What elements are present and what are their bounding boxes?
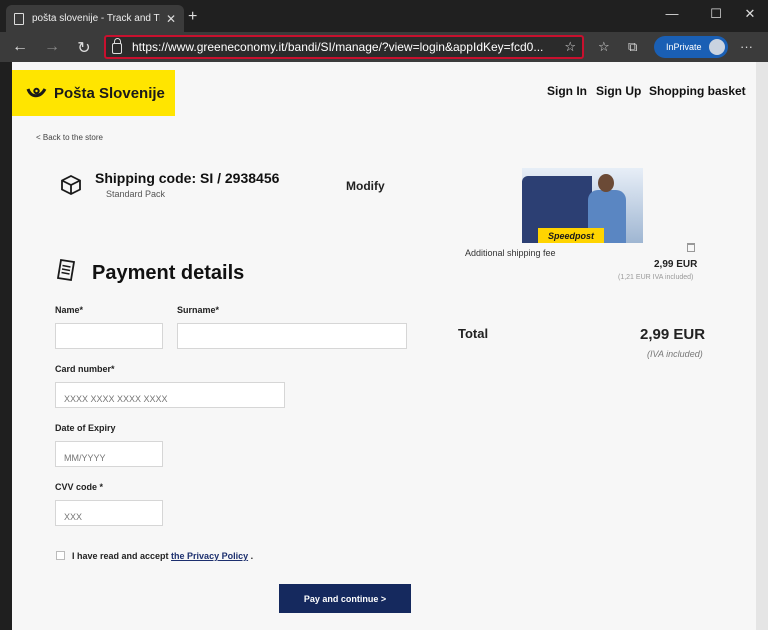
post-horn-icon [26, 87, 47, 98]
shipping-type: Standard Pack [106, 189, 166, 199]
shipping-code: Shipping code: SI / 2938456 [95, 170, 280, 186]
logo-text: Pošta Slovenije [54, 84, 165, 102]
expiry-label: Date of Expiry [55, 423, 116, 433]
address-bar[interactable]: https://www.greeneconomy.it/bandi/SI/man… [104, 35, 584, 59]
minimize-icon[interactable]: — [660, 6, 684, 21]
favorites-icon[interactable]: ☆ [598, 39, 610, 55]
page-viewport: Pošta Slovenije Sign In Sign Up Shopping… [12, 62, 756, 630]
fee-amount: 2,99 EUR [654, 259, 698, 270]
browser-tab[interactable]: pošta slovenije - Track and Trace ✕ [6, 5, 184, 32]
card-number-label: Card number* [55, 364, 115, 374]
refresh-icon[interactable]: ↻ [74, 38, 94, 58]
favorite-star-icon[interactable]: ☆ [564, 39, 576, 55]
sign-in-link[interactable]: Sign In [547, 84, 587, 98]
fee-label: Additional shipping fee [465, 248, 556, 258]
total-vat-note: (IVA included) [647, 349, 703, 359]
back-to-store-link[interactable]: < Back to the store [36, 133, 103, 142]
receipt-icon [57, 259, 75, 281]
shopping-basket-link[interactable]: Shopping basket [649, 84, 746, 98]
total-amount: 2,99 EUR [640, 326, 706, 343]
collections-icon[interactable]: ⧉ [628, 39, 637, 55]
forward-icon[interactable]: → [42, 38, 62, 56]
tab-title: pošta slovenije - Track and Trace [32, 13, 160, 24]
inprivate-label: InPrivate [666, 42, 702, 52]
courier-head-shape [598, 174, 614, 192]
browser-tab-bar: pošta slovenije - Track and Trace ✕ + — … [0, 0, 768, 32]
package-icon [61, 174, 81, 196]
privacy-accept-text: I have read and accept the Privacy Polic… [72, 551, 253, 561]
modify-link[interactable]: Modify [346, 179, 385, 193]
cvv-label: CVV code * [55, 482, 104, 492]
surname-input[interactable] [177, 323, 407, 349]
lock-icon [112, 37, 122, 54]
maximize-icon[interactable]: ☐ [704, 6, 728, 22]
speedpost-box: Speedpost [538, 228, 604, 243]
name-input[interactable] [55, 323, 163, 349]
logo[interactable]: Pošta Slovenije [12, 70, 175, 116]
payment-title: Payment details [92, 262, 245, 284]
more-icon[interactable]: ··· [740, 39, 753, 54]
avatar [709, 39, 725, 55]
accept-text: I have read and accept [72, 551, 172, 561]
card-number-input[interactable] [55, 382, 285, 408]
window-close-icon[interactable]: ✕ [738, 6, 762, 22]
inprivate-badge[interactable]: InPrivate [654, 36, 728, 58]
cvv-input[interactable] [55, 500, 163, 526]
page-icon [14, 12, 24, 25]
expiry-input[interactable] [55, 441, 163, 467]
privacy-policy-link[interactable]: the Privacy Policy [171, 551, 248, 561]
pay-and-continue-button[interactable]: Pay and continue > [279, 584, 411, 613]
back-icon[interactable]: ← [10, 38, 30, 56]
fee-vat-note: (1,21 EUR IVA included) [618, 274, 694, 281]
accept-end: . [248, 551, 254, 561]
address-url[interactable]: https://www.greeneconomy.it/bandi/SI/man… [132, 40, 564, 54]
surname-label: Surname* [177, 305, 220, 315]
courier-photo: Speedpost [522, 168, 643, 243]
total-label: Total [458, 326, 489, 341]
new-tab-button[interactable]: + [188, 8, 197, 26]
browser-toolbar: ← → ↻ https://www.greeneconomy.it/bandi/… [0, 32, 768, 62]
privacy-checkbox[interactable] [56, 551, 65, 560]
sign-up-link[interactable]: Sign Up [596, 84, 641, 98]
trash-icon[interactable] [687, 243, 695, 252]
page-scrollbar[interactable] [756, 62, 768, 630]
name-label: Name* [55, 305, 84, 315]
tab-close-icon[interactable]: ✕ [166, 12, 176, 26]
